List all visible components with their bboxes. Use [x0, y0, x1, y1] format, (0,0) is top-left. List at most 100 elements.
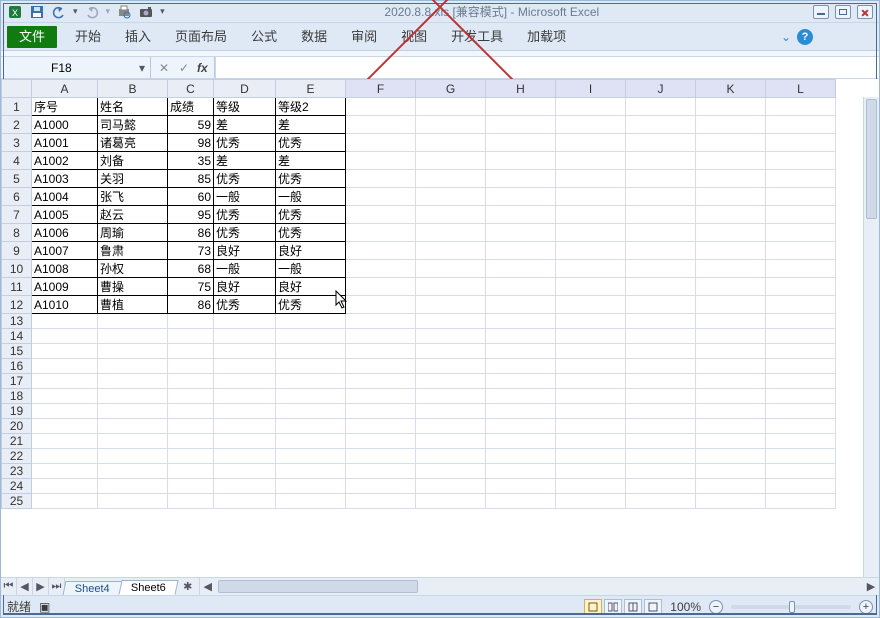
cell[interactable]: [346, 404, 416, 419]
cell[interactable]: [696, 314, 766, 329]
cell[interactable]: [766, 188, 836, 206]
cell[interactable]: [214, 374, 276, 389]
row-header[interactable]: 18: [2, 389, 32, 404]
cell[interactable]: [626, 134, 696, 152]
cell[interactable]: [168, 464, 214, 479]
cell[interactable]: [346, 188, 416, 206]
cell[interactable]: [346, 389, 416, 404]
cell[interactable]: [346, 206, 416, 224]
cell[interactable]: [416, 152, 486, 170]
column-header[interactable]: B: [98, 80, 168, 98]
cell[interactable]: [766, 98, 836, 116]
cell[interactable]: [346, 359, 416, 374]
cell[interactable]: 一般: [214, 188, 276, 206]
cell[interactable]: [486, 374, 556, 389]
cell[interactable]: [168, 434, 214, 449]
row-header[interactable]: 11: [2, 278, 32, 296]
cell[interactable]: 良好: [214, 242, 276, 260]
row-header[interactable]: 23: [2, 464, 32, 479]
cell[interactable]: [276, 434, 346, 449]
cell[interactable]: 优秀: [214, 224, 276, 242]
column-header[interactable]: H: [486, 80, 556, 98]
cell[interactable]: [626, 314, 696, 329]
row-header[interactable]: 13: [2, 314, 32, 329]
cell[interactable]: 司马懿: [98, 116, 168, 134]
cell[interactable]: [276, 419, 346, 434]
cell[interactable]: 良好: [214, 278, 276, 296]
cell[interactable]: 优秀: [276, 170, 346, 188]
cell[interactable]: [346, 170, 416, 188]
cell[interactable]: [416, 434, 486, 449]
cell[interactable]: [486, 464, 556, 479]
cell[interactable]: [276, 314, 346, 329]
row-header[interactable]: 2: [2, 116, 32, 134]
cell[interactable]: [32, 329, 98, 344]
cell[interactable]: [416, 404, 486, 419]
cell[interactable]: [32, 389, 98, 404]
cell[interactable]: [98, 404, 168, 419]
cell[interactable]: [416, 374, 486, 389]
horizontal-scrollbar[interactable]: ◀ ▶: [199, 578, 879, 595]
cell[interactable]: A1000: [32, 116, 98, 134]
cell[interactable]: [346, 260, 416, 278]
cell[interactable]: 优秀: [276, 206, 346, 224]
cell[interactable]: [696, 419, 766, 434]
cell[interactable]: [486, 434, 556, 449]
cell[interactable]: [346, 329, 416, 344]
cell[interactable]: [766, 449, 836, 464]
cell[interactable]: 一般: [276, 260, 346, 278]
name-box-dropdown-icon[interactable]: ▾: [134, 61, 150, 75]
cell[interactable]: [486, 116, 556, 134]
cell[interactable]: [556, 206, 626, 224]
cell[interactable]: [416, 389, 486, 404]
row-header[interactable]: 25: [2, 494, 32, 509]
cell[interactable]: [626, 188, 696, 206]
cell[interactable]: [98, 329, 168, 344]
cell[interactable]: 姓名: [98, 98, 168, 116]
cell[interactable]: [486, 206, 556, 224]
cell[interactable]: [626, 260, 696, 278]
cell[interactable]: 差: [214, 152, 276, 170]
cell[interactable]: [556, 116, 626, 134]
cell[interactable]: [556, 404, 626, 419]
spreadsheet-grid[interactable]: ABCDEFGHIJKL1序号姓名成绩等级等级22A1000司马懿59差差3A1…: [1, 79, 836, 509]
sheet-tab[interactable]: Sheet4: [63, 581, 123, 595]
zoom-slider-knob[interactable]: [789, 601, 795, 613]
cell[interactable]: A1007: [32, 242, 98, 260]
cell[interactable]: [556, 359, 626, 374]
cell[interactable]: [626, 170, 696, 188]
cell[interactable]: [696, 242, 766, 260]
cell[interactable]: [416, 134, 486, 152]
cell[interactable]: [556, 434, 626, 449]
cell[interactable]: [168, 479, 214, 494]
cell[interactable]: [416, 98, 486, 116]
cell[interactable]: [626, 464, 696, 479]
cell[interactable]: [168, 359, 214, 374]
cell[interactable]: [766, 296, 836, 314]
cell[interactable]: [696, 98, 766, 116]
cell[interactable]: [486, 98, 556, 116]
cell[interactable]: 刘备: [98, 152, 168, 170]
cell[interactable]: [556, 260, 626, 278]
cell[interactable]: [626, 242, 696, 260]
cell[interactable]: 等级2: [276, 98, 346, 116]
cell[interactable]: [486, 224, 556, 242]
cell[interactable]: [766, 206, 836, 224]
row-header[interactable]: 22: [2, 449, 32, 464]
name-box[interactable]: F18 ▾: [1, 57, 151, 78]
cell[interactable]: [346, 479, 416, 494]
cell[interactable]: [214, 494, 276, 509]
cell[interactable]: [346, 116, 416, 134]
row-header[interactable]: 8: [2, 224, 32, 242]
cell[interactable]: [696, 389, 766, 404]
cell[interactable]: [556, 389, 626, 404]
column-header[interactable]: F: [346, 80, 416, 98]
cell[interactable]: [214, 344, 276, 359]
cell[interactable]: [696, 479, 766, 494]
cell[interactable]: [766, 419, 836, 434]
cell[interactable]: [416, 224, 486, 242]
cell[interactable]: [556, 296, 626, 314]
cell[interactable]: [486, 296, 556, 314]
cell[interactable]: 差: [276, 152, 346, 170]
cell[interactable]: [276, 389, 346, 404]
